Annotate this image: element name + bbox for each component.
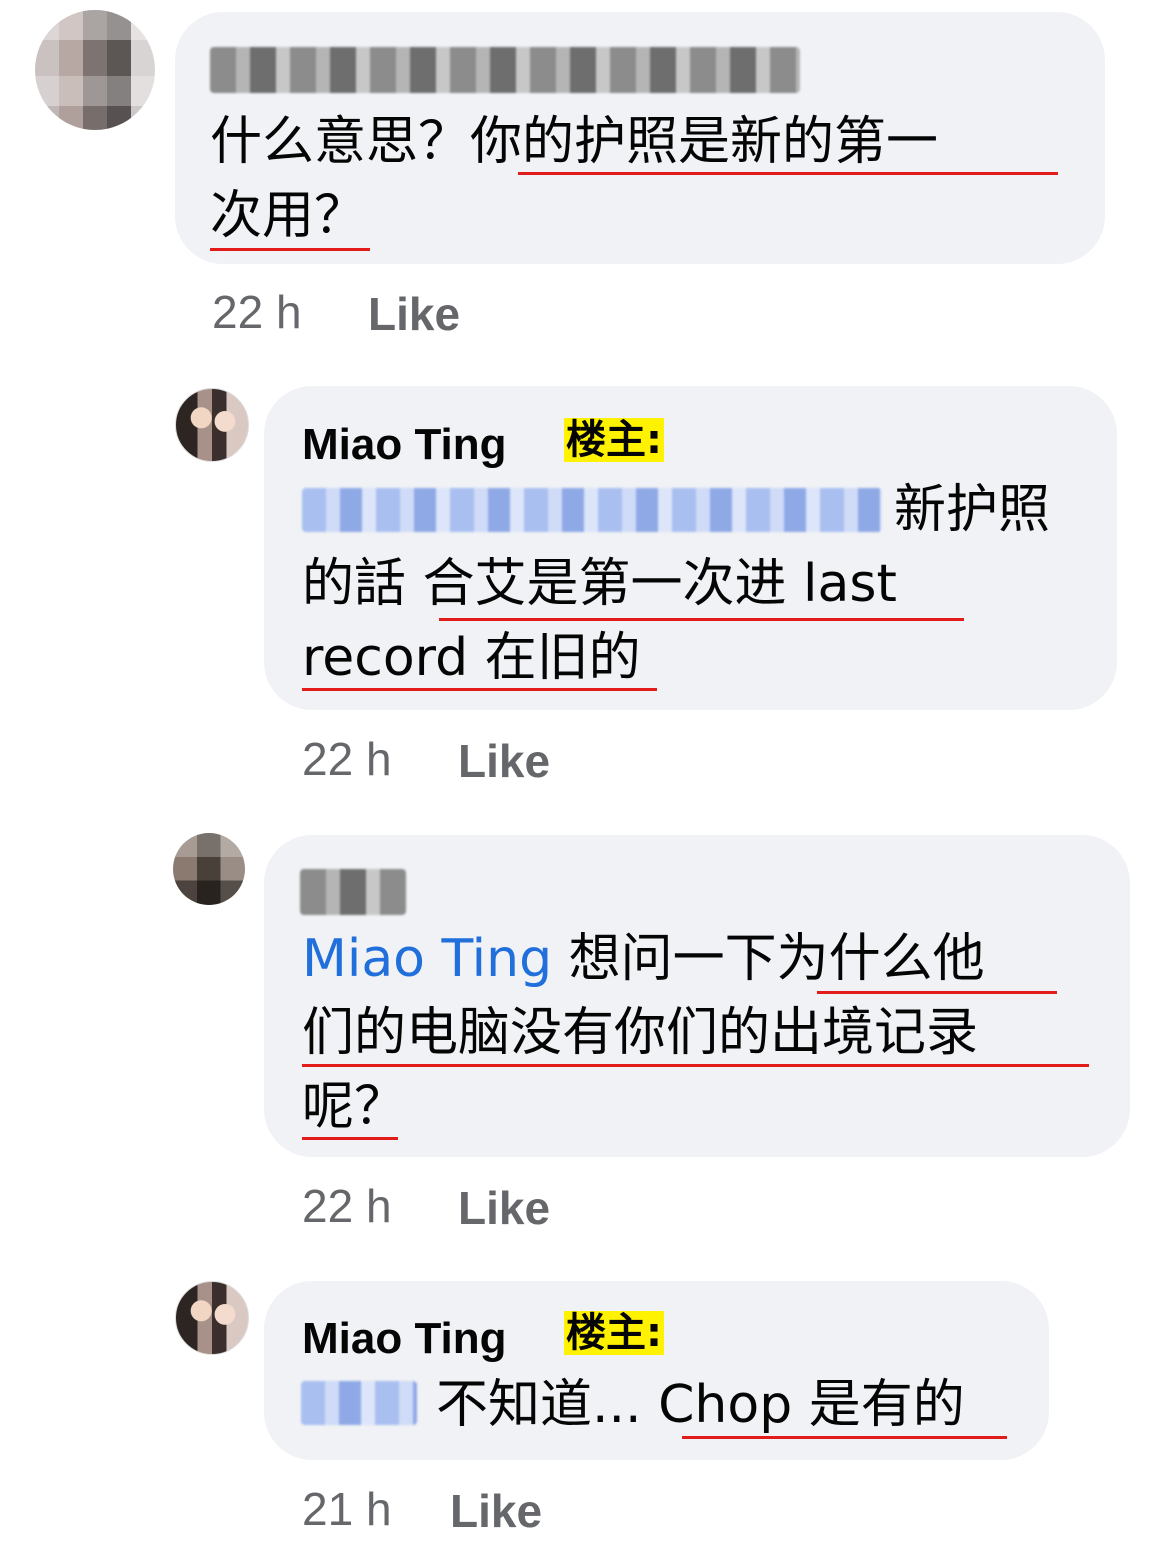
- author-badge: 楼主:: [564, 1310, 664, 1356]
- author-name-blurred[interactable]: [300, 869, 406, 915]
- author-avatar[interactable]: [175, 388, 249, 462]
- comment-text-line: 呢？: [302, 1077, 407, 1137]
- underline-mark: [302, 1064, 1089, 1067]
- comment-timestamp[interactable]: 22 h: [212, 286, 302, 338]
- mention-link[interactable]: Miao Ting: [302, 929, 552, 989]
- author-name-blurred[interactable]: [210, 47, 800, 93]
- author-badge: 楼主:: [564, 417, 664, 463]
- comment-bubble: 什么意思？你的护照是新的第一 次用？: [175, 12, 1105, 264]
- comment-timestamp[interactable]: 21 h: [302, 1483, 392, 1535]
- like-button[interactable]: Like: [458, 735, 550, 787]
- comment-text-line: 们的电脑没有你们的出境记录: [302, 1003, 979, 1063]
- author-name[interactable]: Miao Ting: [302, 419, 507, 471]
- underline-mark: [439, 618, 964, 621]
- comment-text-line: 不知道... Chop 是有的: [436, 1375, 965, 1435]
- commenter-avatar-blurred[interactable]: [35, 10, 155, 130]
- underline-mark: [817, 991, 1057, 994]
- mention-blurred[interactable]: [302, 488, 882, 532]
- commenter-avatar-blurred[interactable]: [173, 833, 245, 905]
- comment-text-line: Miao Ting 想问一下为什么他: [302, 923, 985, 995]
- comment-text-line: 的話 合艾是第一次进 last: [302, 554, 897, 614]
- author-name[interactable]: Miao Ting: [302, 1313, 507, 1365]
- comment-timestamp[interactable]: 22 h: [302, 733, 392, 785]
- comment-text-line: 新护照: [894, 480, 1051, 540]
- mention-blurred[interactable]: [301, 1381, 417, 1425]
- underline-mark: [210, 248, 370, 251]
- comment-text-line: record 在旧的: [302, 628, 641, 688]
- comment-timestamp[interactable]: 22 h: [302, 1180, 392, 1232]
- underline-mark: [302, 688, 657, 691]
- comment-bubble: Miao Ting 想问一下为什么他 们的电脑没有你们的出境记录 呢？: [264, 835, 1130, 1157]
- comment-text-line: 次用？: [210, 186, 367, 246]
- comment-bubble: Miao Ting 楼主: 新护照 的話 合艾是第一次进 last record…: [264, 386, 1117, 710]
- underline-mark: [518, 172, 1058, 175]
- comment-text: 想问一下为什么他: [568, 929, 985, 989]
- like-button[interactable]: Like: [458, 1182, 550, 1234]
- comment-text-line: 什么意思？你的护照是新的第一: [210, 112, 939, 172]
- like-button[interactable]: Like: [450, 1485, 542, 1537]
- underline-mark: [682, 1436, 1007, 1439]
- author-avatar[interactable]: [175, 1281, 249, 1355]
- like-button[interactable]: Like: [368, 288, 460, 340]
- underline-mark: [302, 1137, 398, 1140]
- comment-bubble: Miao Ting 楼主: 不知道... Chop 是有的: [264, 1281, 1049, 1460]
